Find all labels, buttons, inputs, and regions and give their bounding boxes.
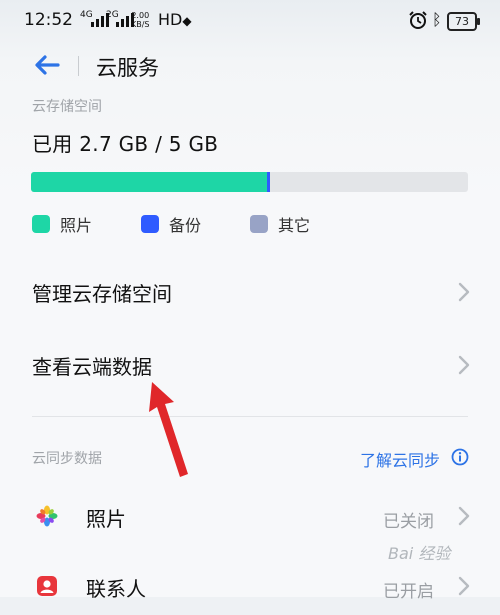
chevron-right-icon [458, 576, 470, 596]
sync-section-label: 云同步数据 [32, 451, 102, 467]
sync-item-contacts-label: 联系人 [86, 577, 146, 601]
sync-item-photos-state: 已关闭 [383, 512, 434, 532]
page-title: 云服务 [96, 56, 159, 80]
battery-level: 73 [455, 15, 469, 28]
info-icon[interactable] [451, 448, 469, 466]
sync-item-contacts[interactable]: 联系人 已开启 [0, 557, 500, 615]
chevron-right-icon [458, 506, 470, 526]
contacts-icon [37, 576, 57, 596]
back-arrow-icon[interactable] [32, 52, 62, 78]
status-bar: 12:52 4G 2G 2.00 KB/S HD◆ ᛒ 73 [0, 0, 500, 40]
sync-item-photos-label: 照片 [86, 507, 126, 531]
sync-item-photos[interactable]: 照片 已关闭 [0, 487, 500, 545]
manage-storage-row[interactable]: 管理云存储空间 [0, 260, 500, 324]
storage-section-label: 云存储空间 [32, 99, 102, 115]
app-header: 云服务 [0, 40, 500, 92]
chevron-right-icon [458, 282, 470, 302]
legend-label-photos: 照片 [60, 216, 93, 235]
manage-storage-label: 管理云存储空间 [32, 282, 172, 306]
legend-photos: 照片 [32, 212, 92, 236]
header-divider [78, 56, 79, 76]
network-speed: 2.00 KB/S [131, 11, 150, 29]
learn-cloud-sync-link[interactable]: 了解云同步 [360, 447, 440, 471]
legend-swatch-backup [141, 215, 159, 233]
legend-other: 其它 [250, 212, 310, 236]
usage-segment-photos [31, 172, 267, 192]
network-speed-unit: KB/S [131, 20, 150, 29]
photos-pinwheel-icon [36, 505, 58, 527]
usage-segment-backup [266, 172, 271, 192]
storage-usage-bar [31, 172, 468, 192]
watermark: Bai 经验 [388, 544, 451, 563]
legend-label-backup: 备份 [169, 216, 202, 235]
cloud-service-page: 12:52 4G 2G 2.00 KB/S HD◆ ᛒ 73 云服务 云存储空间… [0, 0, 500, 602]
view-cloud-data-label: 查看云端数据 [32, 355, 152, 379]
network-speed-value: 2.00 [131, 11, 150, 20]
status-time: 12:52 [24, 10, 73, 30]
storage-used-text: 已用 2.7 GB / 5 GB [32, 132, 219, 156]
legend-label-other: 其它 [278, 216, 311, 235]
sync-item-contacts-state: 已开启 [383, 582, 434, 602]
legend-backup: 备份 [141, 212, 201, 236]
chevron-right-icon [458, 355, 470, 375]
alarm-icon [409, 11, 427, 29]
hd-indicator: HD◆ [158, 10, 192, 29]
legend-swatch-other [250, 215, 268, 233]
legend-swatch-photos [32, 215, 50, 233]
view-cloud-data-row[interactable]: 查看云端数据 [0, 333, 500, 397]
section-divider [32, 416, 468, 417]
bluetooth-icon: ᛒ [432, 10, 442, 29]
hd-label: HD [158, 10, 183, 29]
battery-icon: 73 [447, 12, 480, 31]
